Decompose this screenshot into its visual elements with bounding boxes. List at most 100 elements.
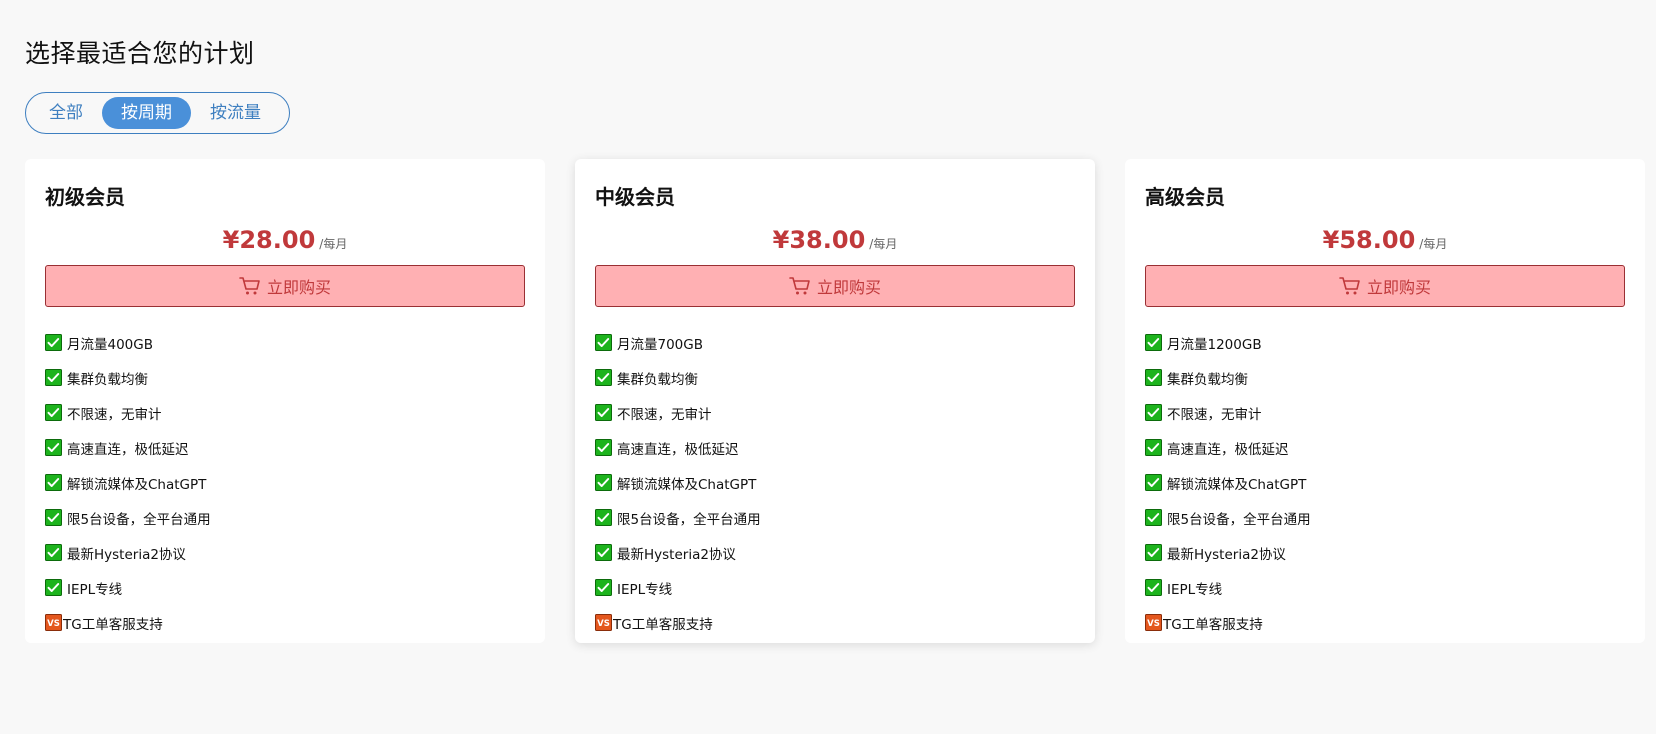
shopping-cart-icon [239, 276, 261, 296]
plan-price: ¥28.00 [222, 226, 316, 254]
check-box-icon [45, 334, 62, 351]
shopping-cart-icon [789, 276, 811, 296]
feature-item: VS TG工单客服支持 [45, 605, 525, 640]
feature-text: 解锁流媒体及ChatGPT [1167, 476, 1307, 493]
feature-list: 月流量700GB 集群负载均衡 不限速，无审计高速直连，极低延迟解锁流媒体及Chat… [595, 325, 1075, 640]
feature-text: 最新Hysteria2协议 [1167, 546, 1286, 563]
feature-list: 月流量400GB 集群负载均衡 不限速，无审计 高速直连，极低延迟 解锁流媒体及Chat… [45, 325, 525, 640]
check-box-icon [595, 509, 612, 526]
feature-item: 高速直连，极低延迟 [595, 430, 1075, 465]
feature-list: 月流量1200GB 集群负载均衡 不限速，无审计高速直连，极低延迟解锁流媒体及Cha… [1145, 325, 1625, 640]
feature-item: 高速直连，极低延迟 [1145, 430, 1625, 465]
feature-item: IEPL专线 [1145, 570, 1625, 605]
plan-period: /每月 [1419, 237, 1448, 251]
check-box-icon [595, 404, 612, 421]
feature-item: 最新Hysteria2协议 [1145, 535, 1625, 570]
check-box-icon [1145, 439, 1162, 456]
buy-now-button[interactable]: 立即购买 [45, 265, 525, 307]
feature-item: 解锁流媒体及ChatGPT [1145, 465, 1625, 500]
feature-item: 限5台设备，全平台通用 [595, 500, 1075, 535]
buy-button-label: 立即购买 [266, 278, 331, 297]
feature-text: 最新Hysteria2协议 [67, 546, 186, 563]
check-box-icon [45, 509, 62, 526]
plan-price: ¥58.00 [1322, 226, 1416, 254]
price-row: ¥28.00/每月 [45, 223, 525, 257]
feature-text: IEPL专线 [617, 581, 673, 598]
feature-item: 集群负载均衡 [1145, 360, 1625, 395]
check-box-icon [595, 544, 612, 561]
check-box-icon [595, 369, 612, 386]
buy-now-button[interactable]: 立即购买 [595, 265, 1075, 307]
feature-item: 最新Hysteria2协议 [595, 535, 1075, 570]
check-box-icon [45, 369, 62, 386]
feature-item: 不限速，无审计 [1145, 395, 1625, 430]
tab-by-period[interactable]: 按周期 [102, 97, 191, 129]
feature-item: 月流量1200GB [1145, 325, 1625, 360]
check-box-icon [1145, 579, 1162, 596]
feature-text: TG工单客服支持 [613, 616, 713, 633]
plan-name: 高级会员 [1145, 185, 1225, 209]
plan-filter-tabs: 全部 按周期 按流量 [25, 92, 290, 134]
check-box-icon [595, 439, 612, 456]
feature-text: 不限速，无审计 [67, 406, 162, 423]
feature-item: 集群负载均衡 [595, 360, 1075, 395]
buy-now-button[interactable]: 立即购买 [1145, 265, 1625, 307]
feature-text: 集群负载均衡 [617, 371, 698, 388]
feature-item: 最新Hysteria2协议 [45, 535, 525, 570]
feature-text: 高速直连，极低延迟 [67, 441, 189, 458]
plan-period: /每月 [869, 237, 898, 251]
check-box-icon [1145, 474, 1162, 491]
check-box-icon [595, 334, 612, 351]
check-box-icon [1145, 404, 1162, 421]
plan-name: 中级会员 [595, 185, 675, 209]
vs-badge-icon: VS [1145, 614, 1162, 631]
plan-card-intermediate: 中级会员 ¥38.00/每月 立即购买 月流量700GB 集群负载均衡 不限速，无审… [575, 159, 1095, 643]
feature-text: 不限速，无审计 [1167, 406, 1262, 423]
feature-text: 不限速，无审计 [617, 406, 712, 423]
feature-item: 月流量700GB [595, 325, 1075, 360]
check-box-icon [595, 579, 612, 596]
feature-text: IEPL专线 [67, 581, 123, 598]
feature-item: VS TG工单客服支持 [595, 605, 1075, 640]
feature-item: IEPL专线 [45, 570, 525, 605]
feature-text: 限5台设备，全平台通用 [67, 511, 211, 528]
vs-badge-icon: VS [45, 614, 62, 631]
tab-by-traffic[interactable]: 按流量 [191, 97, 280, 129]
feature-text: TG工单客服支持 [1163, 616, 1263, 633]
check-box-icon [1145, 369, 1162, 386]
feature-item: 高速直连，极低延迟 [45, 430, 525, 465]
buy-button-label: 立即购买 [816, 278, 881, 297]
page-title: 选择最适合您的计划 [25, 39, 255, 68]
feature-item: 限5台设备，全平台通用 [45, 500, 525, 535]
svg-text:VS: VS [597, 619, 610, 629]
pricing-page: 选择最适合您的计划 全部 按周期 按流量 初级会员 ¥28.00/每月 立即购买… [0, 0, 1656, 734]
tab-all[interactable]: 全部 [30, 97, 102, 129]
feature-item: IEPL专线 [595, 570, 1075, 605]
check-box-icon [45, 474, 62, 491]
feature-item: 解锁流媒体及ChatGPT [45, 465, 525, 500]
feature-item: 集群负载均衡 [45, 360, 525, 395]
feature-text: 集群负载均衡 [1167, 371, 1248, 388]
feature-text: IEPL专线 [1167, 581, 1223, 598]
check-box-icon [45, 439, 62, 456]
feature-item: 限5台设备，全平台通用 [1145, 500, 1625, 535]
check-box-icon [45, 404, 62, 421]
svg-text:VS: VS [47, 619, 60, 629]
feature-item: 不限速，无审计 [595, 395, 1075, 430]
check-box-icon [595, 474, 612, 491]
check-box-icon [45, 544, 62, 561]
plan-card-basic: 初级会员 ¥28.00/每月 立即购买 月流量400GB 集群负载均衡 不限速，无审… [25, 159, 545, 643]
feature-text: 高速直连，极低延迟 [617, 441, 739, 458]
plan-card-advanced: 高级会员 ¥58.00/每月 立即购买 月流量1200GB 集群负载均衡 不限速，无… [1125, 159, 1645, 643]
feature-item: VS TG工单客服支持 [1145, 605, 1625, 640]
feature-text: 高速直连，极低延迟 [1167, 441, 1289, 458]
shopping-cart-icon [1339, 276, 1361, 296]
check-box-icon [1145, 544, 1162, 561]
feature-text: TG工单客服支持 [63, 616, 163, 633]
feature-text: 集群负载均衡 [67, 371, 148, 388]
feature-item: 解锁流媒体及ChatGPT [595, 465, 1075, 500]
feature-text: 月流量1200GB [1167, 336, 1262, 353]
feature-text: 解锁流媒体及ChatGPT [67, 476, 207, 493]
plan-name: 初级会员 [45, 185, 125, 209]
buy-button-label: 立即购买 [1366, 278, 1431, 297]
